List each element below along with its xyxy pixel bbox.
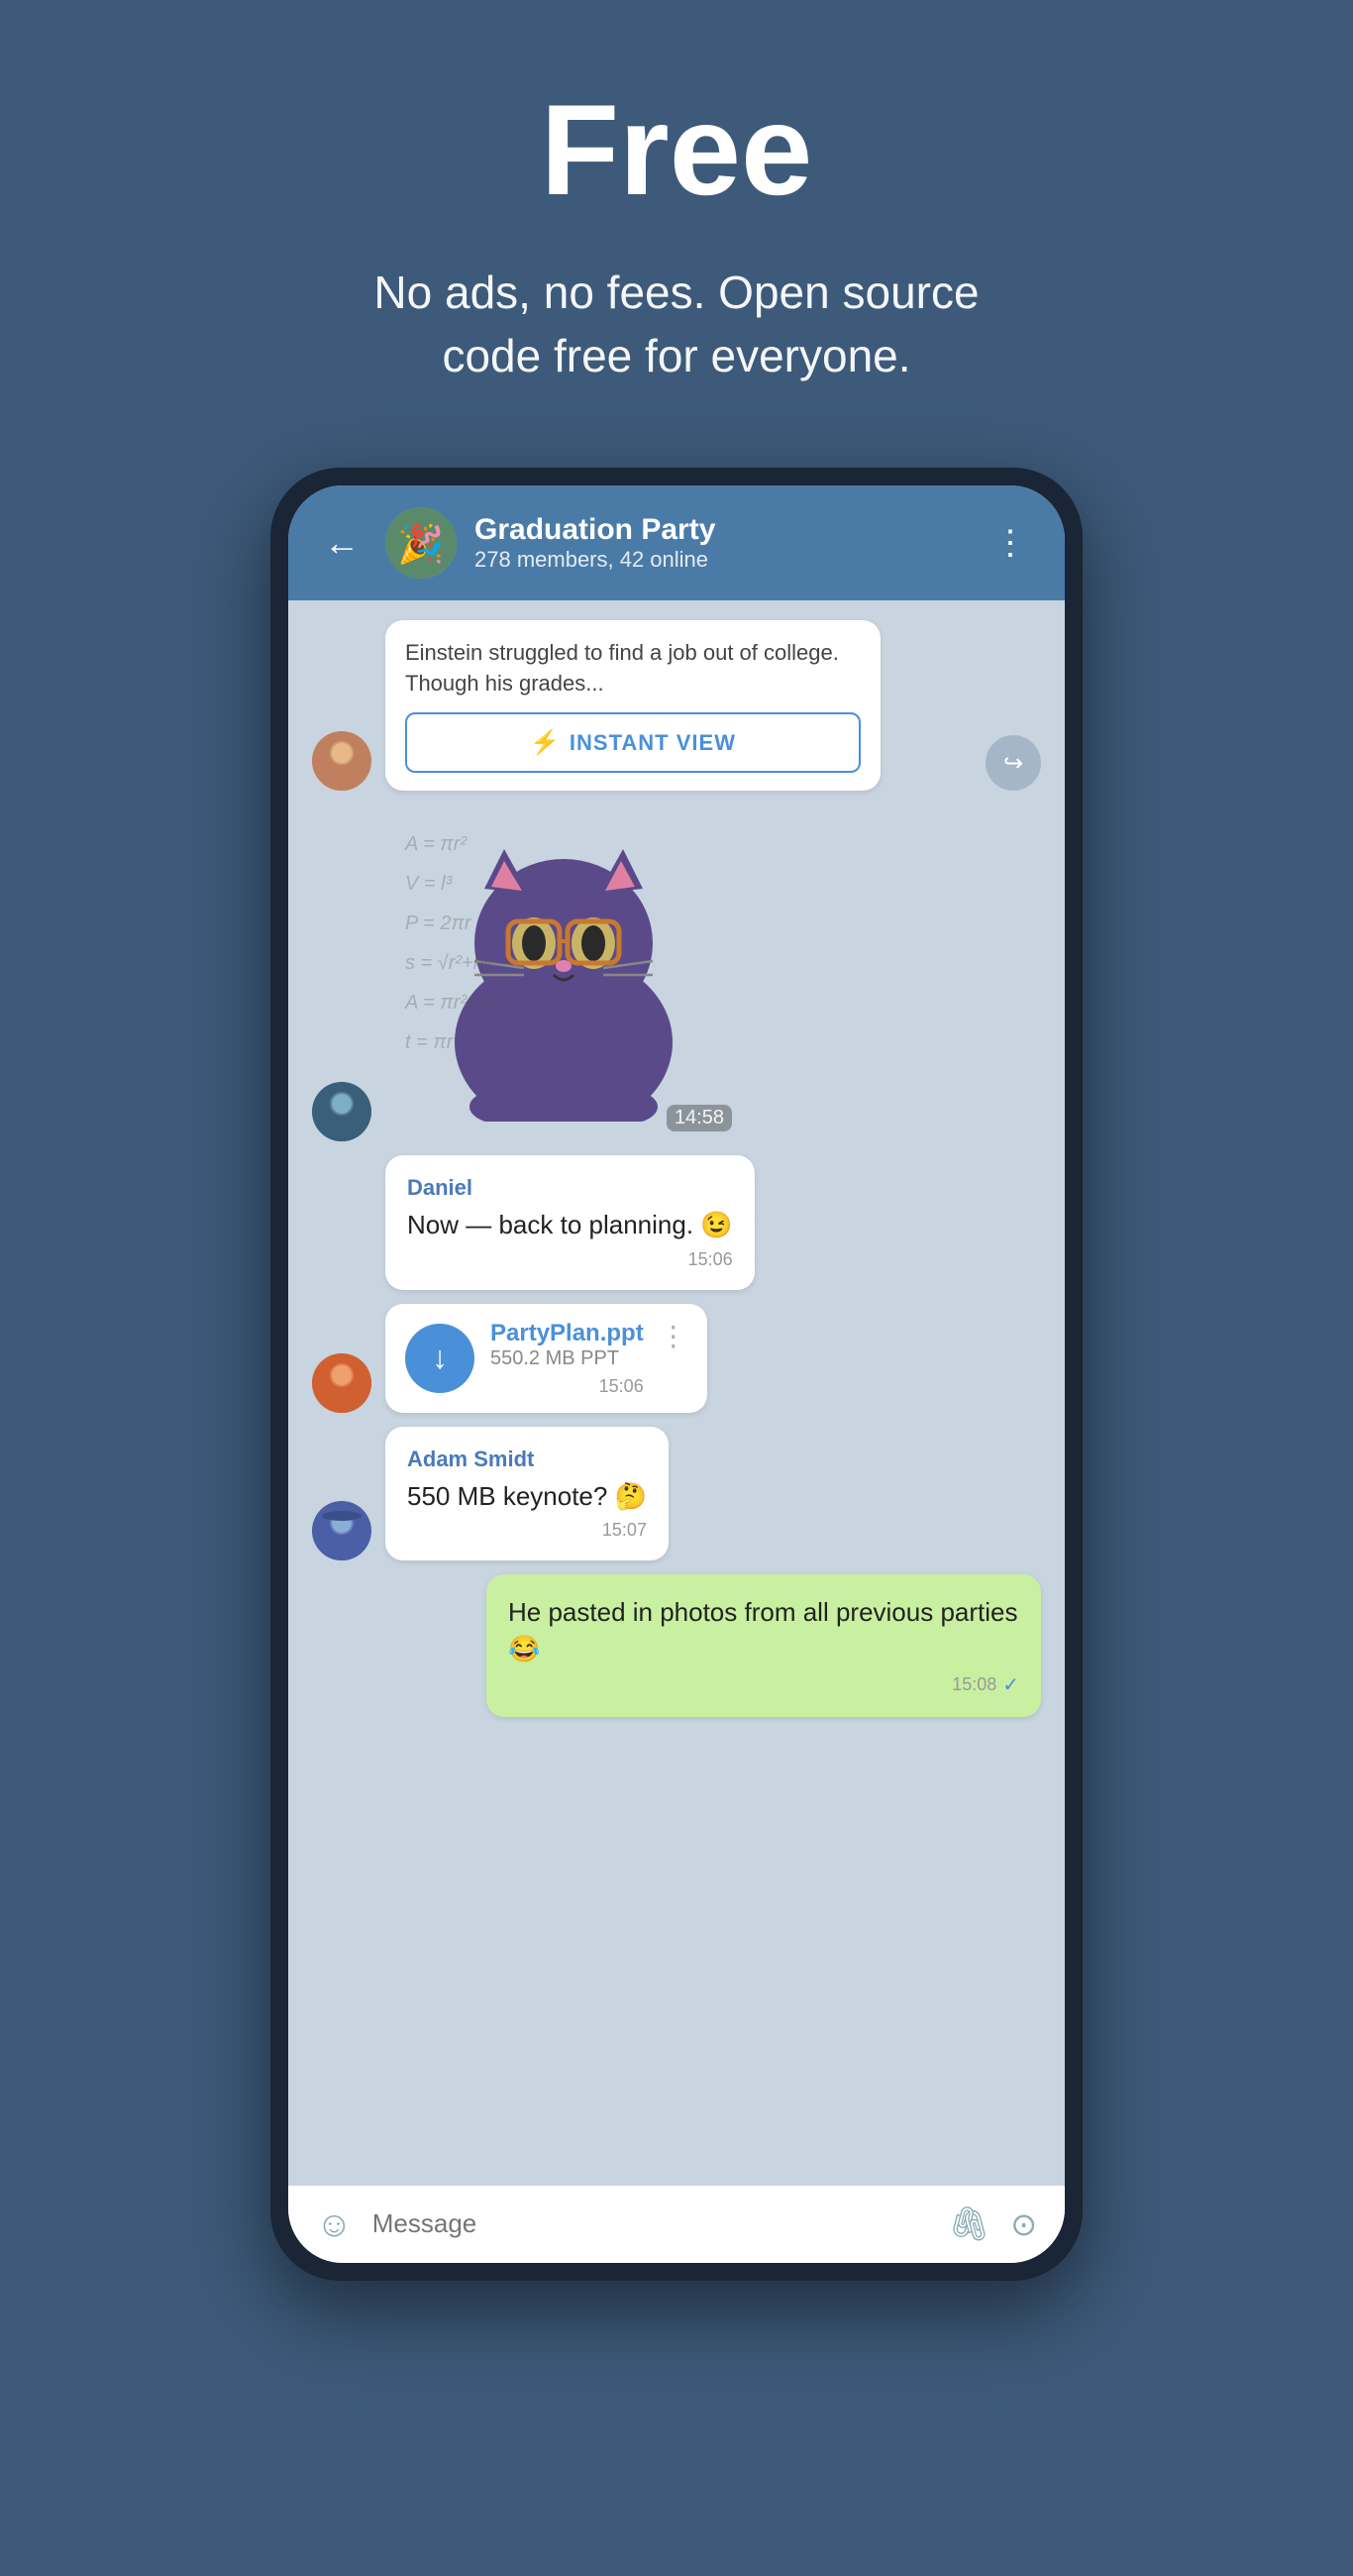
instant-view-button[interactable]: ⚡ INSTANT VIEW — [405, 712, 861, 773]
chat-body: Einstein struggled to find a job out of … — [288, 600, 1065, 2186]
group-name: Graduation Party — [474, 513, 966, 547]
link-preview-text: Einstein struggled to find a job out of … — [405, 638, 861, 699]
emoji-button[interactable]: ☺ — [316, 2203, 353, 2245]
phone-shell: ← 🎉 Graduation Party 278 members, 42 onl… — [270, 468, 1083, 2281]
bubble-text: Now — back to planning. 😉 — [407, 1207, 733, 1242]
sticker-row: A = πr² V = l³ P = 2πr s = √r²+h² A = πr… — [312, 805, 1041, 1141]
hero-section: Free No ads, no fees. Open sourcecode fr… — [0, 0, 1353, 448]
file-size: 550.2 MB PPT — [490, 1347, 644, 1370]
file-bubble: ↓ PartyPlan.ppt 550.2 MB PPT 15:06 ⋮ — [385, 1304, 707, 1413]
chat-header: ← 🎉 Graduation Party 278 members, 42 onl… — [288, 485, 1065, 600]
message-row: ↓ PartyPlan.ppt 550.2 MB PPT 15:06 ⋮ — [312, 1304, 1041, 1413]
input-bar: ☺ 🖇 ⊙ — [288, 2186, 1065, 2263]
message-row: Adam Smidt 550 MB keynote? 🤔 15:07 — [312, 1427, 1041, 1560]
download-icon: ↓ — [432, 1340, 448, 1376]
back-button[interactable]: ← — [316, 518, 367, 568]
hero-title: Free — [40, 79, 1313, 221]
bubble-time: 15:06 — [490, 1376, 644, 1397]
file-menu-button[interactable]: ⋮ — [660, 1320, 687, 1352]
avatar — [312, 1353, 371, 1413]
message-input[interactable] — [372, 2208, 928, 2239]
file-info: PartyPlan.ppt 550.2 MB PPT 15:06 — [490, 1320, 644, 1397]
bubble-text: 550 MB keynote? 🤔 — [407, 1478, 647, 1514]
forward-icon: ↪ — [1003, 749, 1023, 778]
message-row: Einstein struggled to find a job out of … — [312, 620, 1041, 792]
lightning-icon: ⚡ — [530, 728, 560, 757]
sticker-container: A = πr² V = l³ P = 2πr s = √r²+h² A = πr… — [385, 805, 742, 1141]
text-bubble: Daniel Now — back to planning. 😉 15:06 — [385, 1155, 755, 1289]
read-check: ✓ — [1002, 1672, 1019, 1697]
text-bubble-self: He pasted in photos from all previous pa… — [486, 1574, 1041, 1717]
avatar — [312, 1082, 371, 1141]
bubble-time: 15:07 — [407, 1520, 647, 1541]
bubble-text: He pasted in photos from all previous pa… — [508, 1594, 1019, 1666]
phone-screen: ← 🎉 Graduation Party 278 members, 42 onl… — [288, 485, 1065, 2263]
group-info: Graduation Party 278 members, 42 online — [474, 513, 966, 573]
instant-view-label: INSTANT VIEW — [570, 730, 736, 756]
file-download-button[interactable]: ↓ — [405, 1324, 474, 1393]
file-name: PartyPlan.ppt — [490, 1320, 644, 1347]
text-bubble: Adam Smidt 550 MB keynote? 🤔 15:07 — [385, 1427, 669, 1560]
math-background: A = πr² V = l³ P = 2πr s = √r²+h² A = πr… — [385, 805, 742, 1141]
avatar — [312, 731, 371, 791]
sender-name: Adam Smidt — [407, 1447, 647, 1472]
avatar — [312, 1501, 371, 1560]
hero-subtitle: No ads, no fees. Open sourcecode free fo… — [40, 261, 1313, 388]
bubble-time: 15:08 ✓ — [508, 1672, 1019, 1697]
attach-button[interactable]: 🖇 — [948, 2204, 990, 2244]
forward-button[interactable]: ↪ — [986, 735, 1041, 791]
phone-wrapper: ← 🎉 Graduation Party 278 members, 42 onl… — [270, 468, 1083, 2281]
bubble-time: 15:06 — [407, 1249, 733, 1270]
message-row: Daniel Now — back to planning. 😉 15:06 — [312, 1155, 1041, 1289]
group-avatar: 🎉 — [385, 507, 457, 579]
group-members: 278 members, 42 online — [474, 547, 966, 573]
sender-name: Daniel — [407, 1175, 733, 1201]
message-row-self: He pasted in photos from all previous pa… — [312, 1574, 1041, 1717]
svg-text:🎉: 🎉 — [397, 522, 444, 567]
sticker-time: 14:58 — [667, 1105, 732, 1131]
menu-button[interactable]: ⋮ — [984, 519, 1037, 567]
camera-button[interactable]: ⊙ — [1010, 2205, 1037, 2243]
link-bubble: Einstein struggled to find a job out of … — [385, 620, 881, 792]
